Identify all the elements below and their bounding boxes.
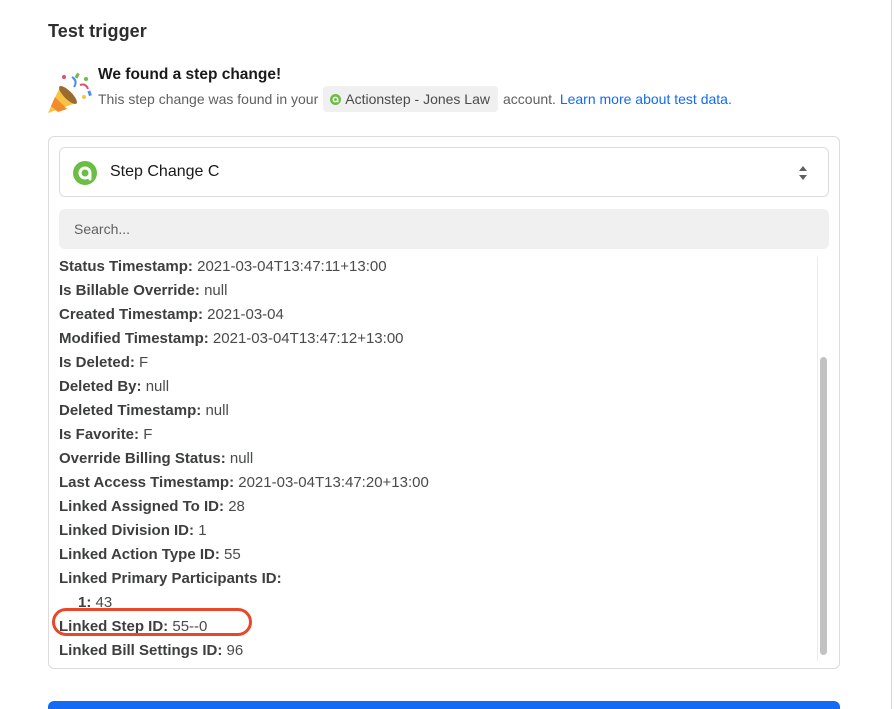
- field-key: Override Billing Status:: [59, 450, 226, 467]
- field-value: F: [143, 426, 153, 443]
- field-key: Last Access Timestamp:: [59, 474, 235, 491]
- field-value: 55: [224, 546, 241, 563]
- continue-button[interactable]: [48, 701, 840, 709]
- scrollbar-track[interactable]: [817, 257, 829, 661]
- party-popper-icon: [48, 72, 92, 113]
- data-row: Linked Bill Settings ID: 96: [59, 639, 429, 663]
- scrollbar-thumb[interactable]: [820, 357, 827, 655]
- field-key: Modified Timestamp:: [59, 330, 209, 347]
- data-row: Is Favorite: F: [59, 423, 429, 447]
- field-key: Is Billable Override:: [59, 282, 200, 299]
- found-desc-suffix: account.: [503, 91, 556, 107]
- field-key: Created Timestamp:: [59, 306, 203, 323]
- field-value: F: [139, 354, 149, 371]
- field-key: Linked Primary Participants ID:: [59, 570, 282, 587]
- field-key: Deleted By:: [59, 378, 142, 395]
- data-row: Deleted By: null: [59, 375, 429, 399]
- data-row: Deleted Timestamp: null: [59, 399, 429, 423]
- field-value: 2021-03-04T13:47:20+13:00: [238, 474, 429, 491]
- field-key: Linked Division ID:: [59, 522, 195, 539]
- found-desc-prefix: This step change was found in your: [98, 91, 319, 107]
- account-chip: Actionstep - Jones Law: [323, 86, 498, 112]
- data-row: Linked Action Type ID: 55: [59, 543, 429, 567]
- field-value: 96: [226, 642, 244, 659]
- test-trigger-panel: Test trigger We found a step change! Thi…: [0, 0, 895, 709]
- account-name: Actionstep - Jones Law: [345, 91, 490, 107]
- field-key: Deleted Timestamp:: [59, 402, 202, 419]
- field-value: null: [145, 378, 170, 395]
- data-row: Override Billing Status: null: [59, 447, 429, 471]
- field-value: null: [205, 402, 229, 419]
- step-change-select[interactable]: Step Change C: [59, 147, 829, 197]
- up-down-chevron-icon: [799, 166, 807, 180]
- found-title: We found a step change!: [98, 66, 282, 83]
- data-row: Linked Assigned To ID: 28: [59, 495, 429, 519]
- field-value: 2021-03-04: [207, 306, 284, 323]
- field-value: 2021-03-04T13:47:12+13:00: [212, 330, 404, 347]
- field-value: 2021-03-04T13:47:11+13:00: [197, 258, 387, 275]
- field-value: 28: [228, 498, 245, 515]
- data-row: Last Access Timestamp: 2021-03-04T13:47:…: [59, 471, 429, 495]
- field-value: null: [229, 450, 254, 467]
- panel-divider: [891, 0, 892, 709]
- select-value: Step Change C: [110, 163, 220, 180]
- data-row: Created Timestamp: 2021-03-04: [59, 303, 429, 327]
- test-data-card: Step Change C Status Timestamp: 2021-03-…: [48, 136, 840, 669]
- field-key: Linked Bill Settings ID:: [59, 642, 223, 659]
- data-row: Status Timestamp: 2021-03-04T13:47:11+13…: [59, 257, 429, 279]
- data-row: Modified Timestamp: 2021-03-04T13:47:12+…: [59, 327, 429, 351]
- field-key: Is Deleted:: [59, 354, 135, 371]
- data-row: Is Billable Override: null: [59, 279, 429, 303]
- search-input[interactable]: [59, 209, 829, 249]
- data-row: Linked Primary Participants ID:: [59, 567, 429, 591]
- actionstep-icon: [73, 161, 97, 185]
- field-key: Status Timestamp:: [59, 258, 193, 275]
- data-row: Is Deleted: F: [59, 351, 429, 375]
- learn-more-link[interactable]: Learn more about test data.: [560, 91, 732, 107]
- data-fields-list: Status Timestamp: 2021-03-04T13:47:11+13…: [59, 257, 429, 663]
- actionstep-icon: [330, 93, 342, 105]
- field-key: Linked Assigned To ID:: [59, 498, 225, 515]
- section-title: Test trigger: [48, 21, 147, 41]
- highlight-annotation: [52, 608, 252, 636]
- data-row: Linked Division ID: 1: [59, 519, 429, 543]
- field-value: 1: [198, 522, 207, 539]
- field-key: Linked Action Type ID:: [59, 546, 220, 563]
- data-fields-viewport[interactable]: Status Timestamp: 2021-03-04T13:47:11+13…: [49, 257, 829, 663]
- field-value: null: [204, 282, 228, 299]
- found-description: This step change was found in your Actio…: [98, 86, 732, 112]
- field-key: Is Favorite:: [59, 426, 140, 443]
